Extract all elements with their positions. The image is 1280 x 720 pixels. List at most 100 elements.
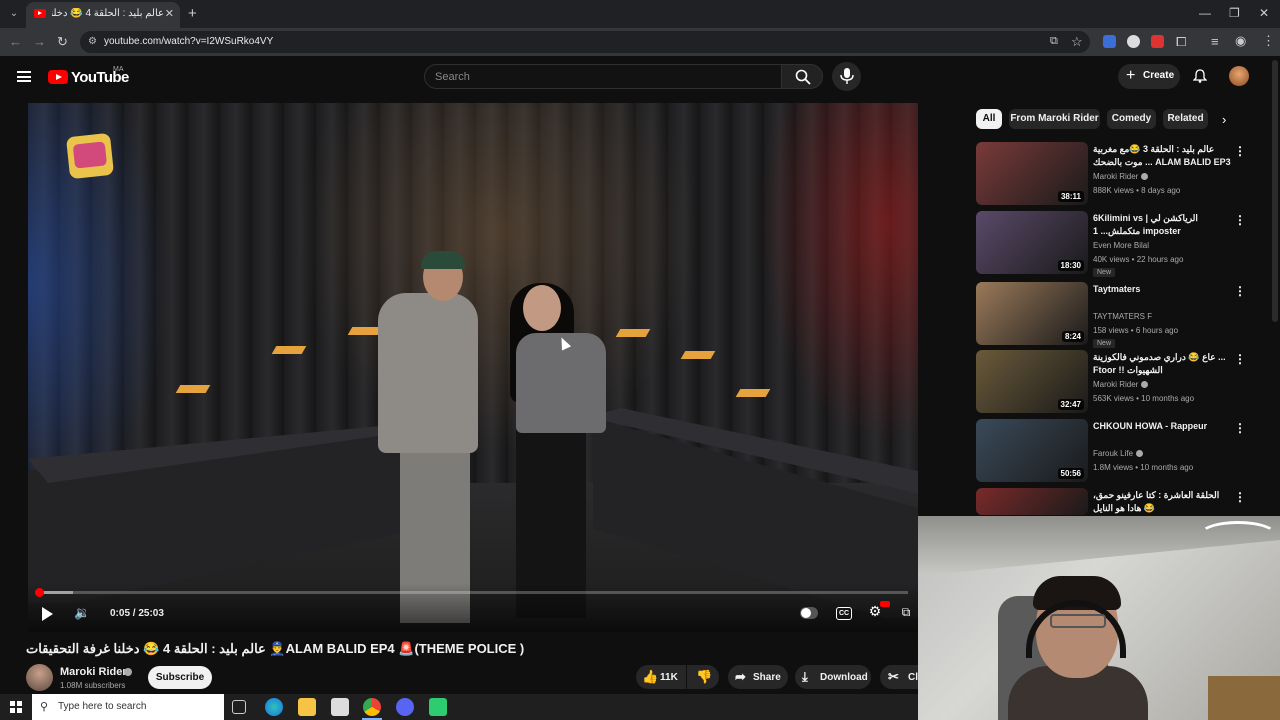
back-icon[interactable]: ← <box>9 34 22 49</box>
profile-icon[interactable]: ◉ <box>1235 33 1246 49</box>
new-tab-icon[interactable]: + <box>188 5 197 22</box>
country-code: MA <box>113 66 124 73</box>
play-icon[interactable] <box>42 607 53 621</box>
share-button[interactable]: ➦ Share <box>728 665 788 689</box>
more-options-icon[interactable]: ⋮ <box>1234 490 1246 504</box>
tab-title: عالم بليد : الحلقة 4 😂 دخلنا <box>52 8 164 19</box>
chevron-right-icon[interactable]: › <box>1222 112 1226 127</box>
recommendation-title[interactable]: CHKOUN HOWA - Rappeur <box>1093 420 1231 433</box>
minimize-icon[interactable]: — <box>1199 6 1211 20</box>
file-explorer-icon[interactable] <box>298 698 316 716</box>
tab-close-icon[interactable]: ✕ <box>165 7 174 20</box>
channel-name[interactable]: Maroki Rider <box>60 666 127 678</box>
plus-icon: + <box>1126 67 1136 84</box>
restore-icon[interactable]: ❐ <box>1229 6 1240 20</box>
browser-menu-icon[interactable]: ⋮ <box>1262 33 1275 49</box>
taskbar-search-input[interactable]: ⚲ Type here to search <box>32 694 224 720</box>
recommendation-item[interactable]: 18:30 6Kilimini vs | الرياكشن لي متكملش..… <box>976 211 1256 277</box>
recommendation-thumbnail[interactable]: 32:47 <box>976 350 1088 413</box>
subscribe-button[interactable]: Subscribe <box>148 666 212 689</box>
channel-avatar[interactable] <box>26 664 53 691</box>
youtube-logo-icon[interactable] <box>48 70 68 84</box>
clip-button[interactable]: ✂ Cl <box>880 665 918 689</box>
chrome-icon[interactable] <box>363 698 381 716</box>
windows-start-icon[interactable] <box>10 701 22 713</box>
recommendation-channel[interactable]: Maroki Rider <box>1093 172 1149 181</box>
more-options-icon[interactable]: ⋮ <box>1234 284 1246 298</box>
recommendation-thumbnail[interactable] <box>976 488 1088 515</box>
player-controls: 🔉 0:05 / 25:03 CC ⚙ ⧉ <box>28 583 918 632</box>
forward-icon[interactable]: → <box>33 34 46 49</box>
more-options-icon[interactable]: ⋮ <box>1234 421 1246 435</box>
store-icon[interactable] <box>331 698 349 716</box>
window-close-icon[interactable]: ✕ <box>1259 6 1269 20</box>
more-options-icon[interactable]: ⋮ <box>1234 144 1246 158</box>
recommendation-item[interactable]: 8:24 Taytmaters TAYTMATERS F 158 views • 6 … <box>976 282 1256 348</box>
extensions-puzzle-icon[interactable]: ⧠ <box>1176 34 1186 50</box>
address-bar[interactable]: ⚙ youtube.com/watch?v=I2WSuRko4VY <box>80 31 1090 53</box>
like-button[interactable]: 👍 11K <box>636 665 686 689</box>
video-player[interactable]: 🔉 0:05 / 25:03 CC ⚙ ⧉ <box>28 103 918 632</box>
menu-hamburger-icon[interactable] <box>17 71 31 82</box>
recommendation-thumbnail[interactable]: 8:24 <box>976 282 1088 345</box>
scissors-icon: ✂ <box>888 669 899 684</box>
thumbs-up-icon: 👍 <box>642 669 659 684</box>
more-options-icon[interactable]: ⋮ <box>1234 352 1246 366</box>
site-info-icon[interactable]: ⚙ <box>88 36 100 48</box>
recommendation-thumbnail[interactable]: 18:30 <box>976 211 1088 274</box>
recommendation-thumbnail[interactable]: 38:11 <box>976 142 1088 205</box>
bookmark-star-icon[interactable]: ☆ <box>1071 34 1083 50</box>
chip-related[interactable]: Related <box>1163 109 1208 129</box>
recommendation-channel[interactable]: Farouk Life <box>1093 449 1144 458</box>
search-input[interactable]: Search <box>424 64 782 89</box>
captions-icon[interactable]: CC <box>836 607 852 620</box>
extension-icon[interactable] <box>1127 35 1140 48</box>
scrubber-handle[interactable] <box>35 588 44 597</box>
search-button[interactable] <box>781 64 823 89</box>
task-view-icon[interactable] <box>232 700 246 714</box>
progress-bar[interactable] <box>35 588 908 597</box>
scrollbar[interactable] <box>1272 60 1278 322</box>
chip-from-channel[interactable]: From Maroki Rider <box>1009 109 1100 129</box>
recommendation-channel[interactable]: TAYTMATERS F <box>1093 312 1152 321</box>
windows-taskbar: ⚲ Type here to search <box>0 694 918 720</box>
reload-icon[interactable]: ↻ <box>57 34 68 50</box>
edge-browser-icon[interactable] <box>265 698 283 716</box>
tab-search-icon[interactable]: ⌄ <box>6 6 22 22</box>
recommendation-channel[interactable]: Even More Bilal <box>1093 241 1149 250</box>
notifications-bell-icon[interactable] <box>1193 69 1207 83</box>
download-icon: ⤓ <box>802 669 808 684</box>
chip-comedy[interactable]: Comedy <box>1107 109 1156 129</box>
recommendation-item[interactable]: 50:56 CHKOUN HOWA - Rappeur Farouk Life 1.8… <box>976 419 1256 483</box>
recommendation-item[interactable]: 38:11 عالم بليد : الحلقة 3 😂مع مغربية موت… <box>976 142 1256 206</box>
recommendation-title[interactable]: عاع 😂 دراري صدموني فالكوزينة ... Ftoor !… <box>1093 351 1231 377</box>
man-body <box>378 293 478 453</box>
like-count: 11K <box>660 672 678 683</box>
discord-icon[interactable] <box>396 698 414 716</box>
recommendation-channel[interactable]: Maroki Rider <box>1093 380 1149 389</box>
recommendation-item[interactable]: 32:47 عاع 😂 دراري صدموني فالكوزينة ... Ft… <box>976 350 1256 414</box>
download-button[interactable]: ⤓ Download <box>795 665 871 689</box>
volume-icon[interactable]: 🔉 <box>74 605 92 623</box>
pdf-extension-icon[interactable] <box>1151 35 1164 48</box>
user-avatar[interactable] <box>1229 66 1249 86</box>
dislike-button[interactable]: 👎 <box>687 665 719 689</box>
create-button[interactable]: + Create <box>1118 64 1180 89</box>
recommendation-title[interactable]: الحلقة العاشرة : كتا عارفينو حمق، هادا ه… <box>1093 489 1231 517</box>
more-options-icon[interactable]: ⋮ <box>1234 213 1246 227</box>
recommendation-title[interactable]: Taytmaters <box>1093 283 1231 296</box>
autoplay-toggle[interactable] <box>800 607 818 619</box>
translate-extension-icon[interactable] <box>1103 35 1116 48</box>
recommendation-title[interactable]: 6Kilimini vs | الرياكشن لي متكملش... 1 i… <box>1093 212 1231 238</box>
reading-list-icon[interactable]: ≡ <box>1211 34 1219 49</box>
miniplayer-icon[interactable]: ⧉ <box>897 605 915 621</box>
recommendation-title[interactable]: عالم بليد : الحلقة 3 😂مع مغربية موت بالض… <box>1093 143 1231 169</box>
card <box>615 329 651 337</box>
browser-tab[interactable]: عالم بليد : الحلقة 4 😂 دخلنا ✕ <box>26 2 180 28</box>
voice-search-button[interactable] <box>832 62 861 91</box>
app-icon[interactable] <box>429 698 447 716</box>
chip-all[interactable]: All <box>976 109 1002 129</box>
cast-icon[interactable]: ⧉ <box>1050 35 1058 48</box>
video-title: عالم بليد : الحلقة 4 😂 دخلنا غرفة التحقي… <box>26 641 525 656</box>
recommendation-thumbnail[interactable]: 50:56 <box>976 419 1088 482</box>
